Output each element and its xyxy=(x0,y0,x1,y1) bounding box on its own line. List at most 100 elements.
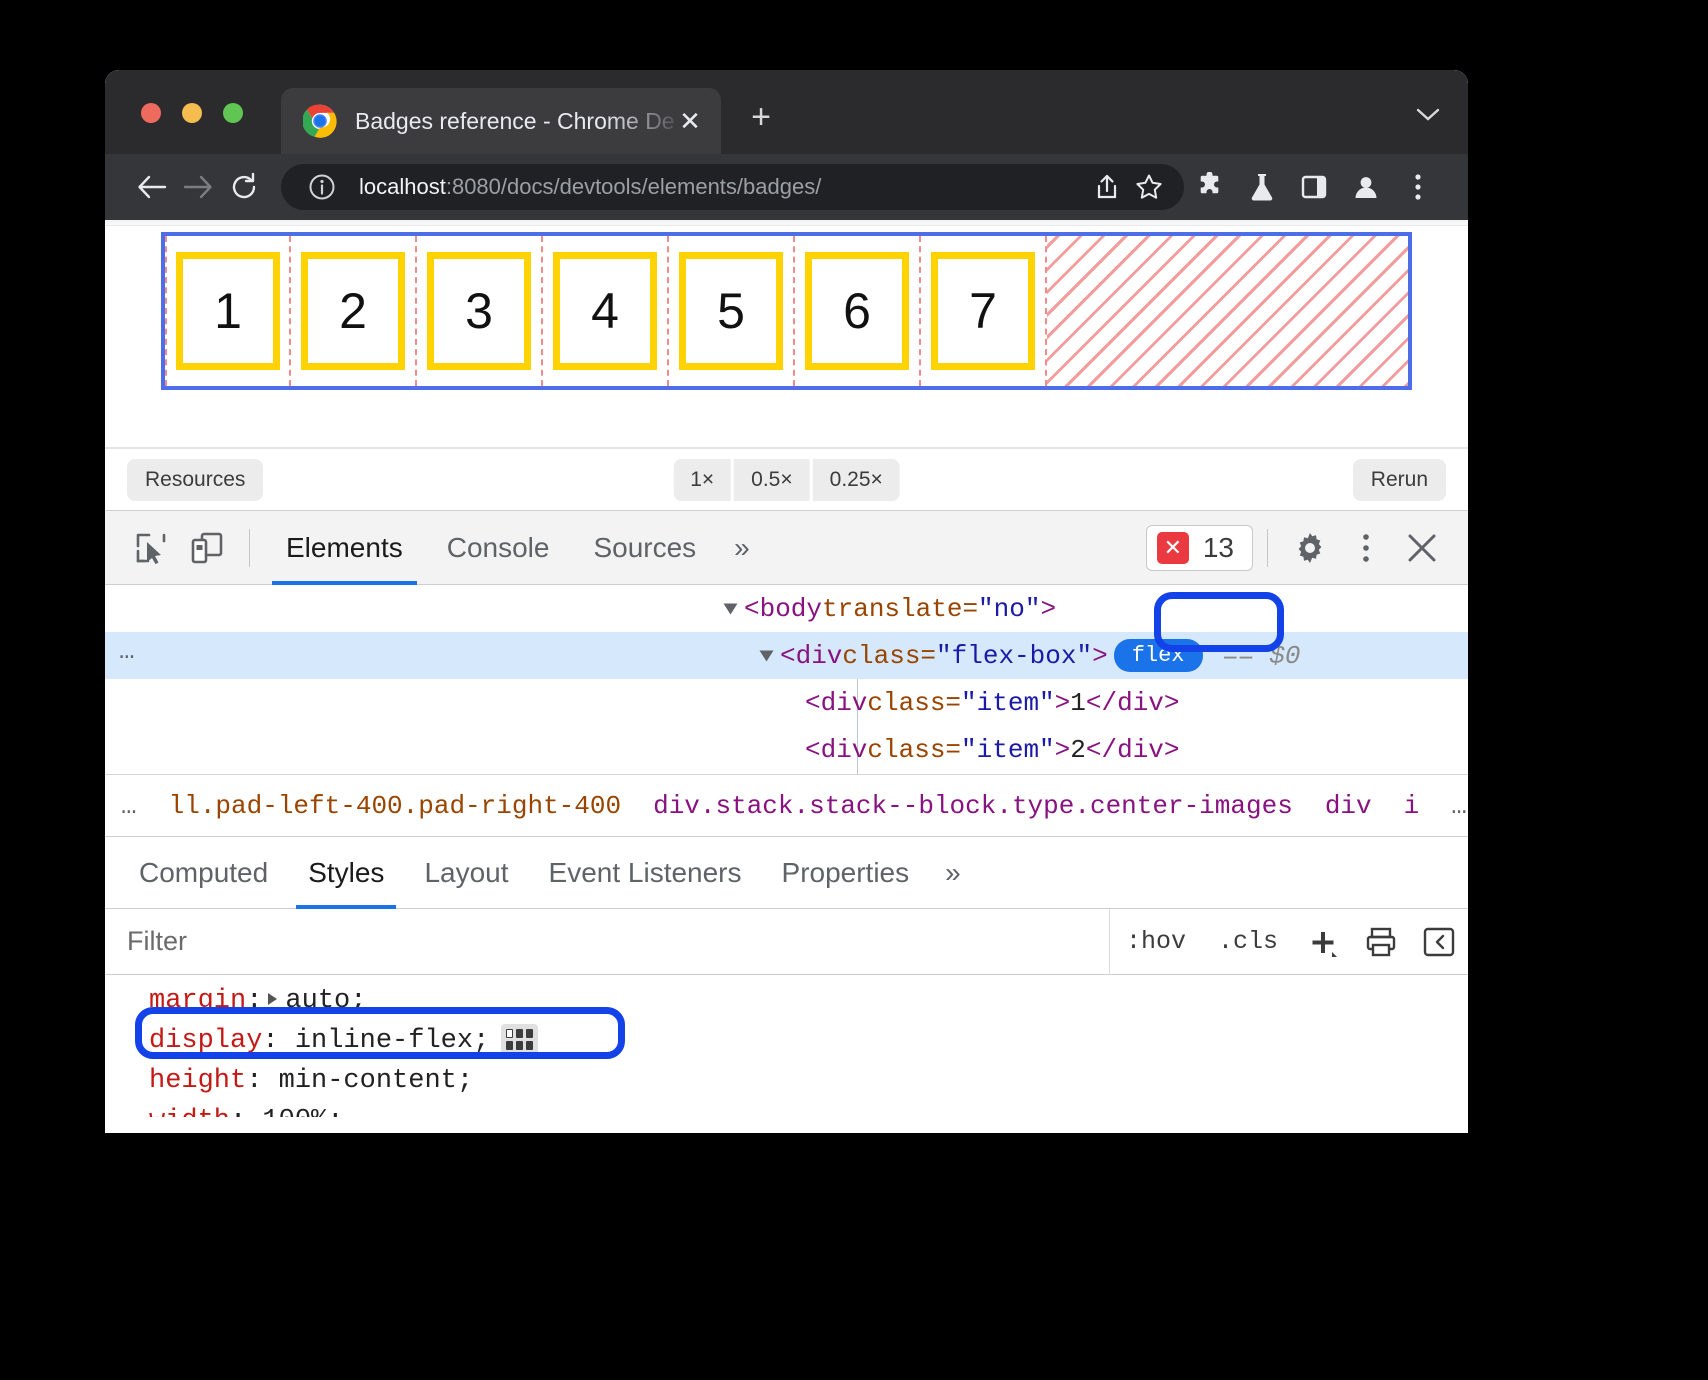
dom-attr-value: "item" xyxy=(961,688,1055,718)
expand-shorthand-icon[interactable] xyxy=(268,993,277,1005)
dom-attr-value: "no" xyxy=(978,594,1040,624)
url-text: localhost:8080/docs/devtools/elements/ba… xyxy=(359,174,1086,200)
dom-attr-name: class= xyxy=(867,688,961,718)
kebab-menu-icon[interactable] xyxy=(1338,520,1394,576)
breadcrumb-item[interactable]: div.stack.stack--block.type.center-image… xyxy=(637,791,1309,821)
zoom-button-group: 1× 0.5× 0.25× xyxy=(673,459,900,501)
flex-editor-icon[interactable] xyxy=(501,1024,538,1055)
share-icon[interactable] xyxy=(1086,173,1128,201)
puzzle-icon[interactable] xyxy=(1184,172,1236,202)
chevron-down-icon[interactable] xyxy=(1416,102,1440,128)
flex-badge[interactable]: flex xyxy=(1114,639,1203,672)
flask-icon[interactable] xyxy=(1236,172,1288,202)
row-overflow-ellipsis[interactable]: … xyxy=(119,636,137,666)
resources-button[interactable]: Resources xyxy=(127,459,263,501)
dom-tag-close: > xyxy=(1055,735,1071,765)
styles-filter-row: Filter :hov .cls xyxy=(105,909,1468,975)
property-name[interactable]: margin xyxy=(149,986,246,1016)
dom-tree[interactable]: <body translate="no"> … <div class="flex… xyxy=(105,585,1468,775)
expand-triangle-icon[interactable] xyxy=(760,650,774,661)
address-bar[interactable]: localhost:8080/docs/devtools/elements/ba… xyxy=(281,164,1184,210)
url-host: localhost xyxy=(359,174,446,199)
browser-tab[interactable]: Badges reference - Chrome De ✕ xyxy=(281,88,721,154)
new-style-rule-button[interactable] xyxy=(1294,909,1352,975)
breadcrumb-item[interactable]: ll.pad-left-400.pad-right-400 xyxy=(153,791,637,821)
minimize-window-button[interactable] xyxy=(182,103,202,123)
close-window-button[interactable] xyxy=(141,103,161,123)
devtools-tabbar: Elements Console Sources » ✕ 13 xyxy=(105,511,1468,585)
person-icon[interactable] xyxy=(1340,172,1392,202)
dom-tag-close: > xyxy=(1040,594,1056,624)
info-circle-icon[interactable] xyxy=(301,173,343,201)
tab-sources[interactable]: Sources xyxy=(571,511,718,585)
tab-strip: Badges reference - Chrome De ✕ + xyxy=(105,70,1468,154)
browser-window: Badges reference - Chrome De ✕ + xyxy=(105,70,1468,1133)
toolbar-divider xyxy=(1267,529,1268,567)
collapse-sidebar-icon[interactable] xyxy=(1410,909,1468,975)
back-button[interactable] xyxy=(129,164,175,210)
more-tabs-button[interactable]: » xyxy=(718,532,766,564)
gear-icon[interactable] xyxy=(1282,520,1338,576)
flex-item: 1 xyxy=(176,252,280,370)
dom-row-flexbox[interactable]: … <div class="flex-box">flex== $0 xyxy=(105,632,1468,679)
property-value[interactable]: 100% xyxy=(262,1106,327,1117)
zoom-1x-button[interactable]: 1× xyxy=(673,459,731,501)
styles-sidebar-tabbar: Computed Styles Layout Event Listeners P… xyxy=(105,837,1468,909)
tab-properties[interactable]: Properties xyxy=(762,837,930,909)
dom-tag-close: > xyxy=(1092,641,1108,671)
tab-computed[interactable]: Computed xyxy=(119,837,288,909)
zoom-0.25x-button[interactable]: 0.25× xyxy=(813,459,900,501)
css-declarations[interactable]: margin:auto; display: inline-flex; heigh… xyxy=(105,975,1468,1117)
print-preview-icon[interactable] xyxy=(1352,909,1410,975)
error-count-badge[interactable]: ✕ 13 xyxy=(1146,525,1253,571)
tab-console[interactable]: Console xyxy=(425,511,572,585)
breadcrumb-item[interactable]: div xyxy=(1309,791,1388,821)
declaration-height[interactable]: height: min-content; xyxy=(149,1061,1468,1101)
kebab-menu-icon[interactable] xyxy=(1392,172,1444,202)
selected-node-ref: == $0 xyxy=(1223,641,1301,671)
viewport-scrollbar[interactable] xyxy=(105,220,1468,226)
forward-button[interactable] xyxy=(175,164,221,210)
zoom-0.5x-button[interactable]: 0.5× xyxy=(734,459,809,501)
declaration-width[interactable]: width: 100%; xyxy=(149,1101,1468,1117)
dom-attr-value: "flex-box" xyxy=(936,641,1092,671)
reload-button[interactable] xyxy=(221,164,267,210)
property-value[interactable]: inline-flex xyxy=(295,1026,473,1056)
tab-event-listeners[interactable]: Event Listeners xyxy=(529,837,762,909)
breadcrumb-overflow-right[interactable]: … xyxy=(1435,791,1468,821)
hov-button[interactable]: :hov xyxy=(1110,909,1202,975)
declaration-margin[interactable]: margin:auto; xyxy=(149,981,1468,1021)
expand-triangle-icon[interactable] xyxy=(724,603,738,614)
dom-attr-name: translate= xyxy=(822,594,978,624)
maximize-window-button[interactable] xyxy=(223,103,243,123)
dom-closing-tag: </div> xyxy=(1086,735,1180,765)
breadcrumb-overflow-left[interactable]: … xyxy=(105,791,153,821)
side-panel-icon[interactable] xyxy=(1288,173,1340,201)
property-name[interactable]: width xyxy=(149,1106,230,1117)
inspect-cursor-icon[interactable] xyxy=(123,520,179,576)
dom-row-item-2[interactable]: <div class="item">2</div> xyxy=(105,726,1468,773)
new-tab-button[interactable]: + xyxy=(741,100,781,134)
property-value[interactable]: min-content xyxy=(279,1066,457,1096)
more-sidebar-tabs-button[interactable]: » xyxy=(929,857,977,889)
property-value[interactable]: auto xyxy=(285,986,350,1016)
filter-input[interactable]: Filter xyxy=(105,909,1110,975)
close-icon[interactable] xyxy=(1394,520,1450,576)
rerun-button[interactable]: Rerun xyxy=(1353,459,1446,501)
tab-elements[interactable]: Elements xyxy=(264,511,425,585)
dom-row-body[interactable]: <body translate="no"> xyxy=(105,585,1468,632)
dom-row-item-1[interactable]: <div class="item">1</div> xyxy=(105,679,1468,726)
declaration-display[interactable]: display: inline-flex; xyxy=(149,1021,1468,1061)
star-icon[interactable] xyxy=(1128,173,1170,201)
close-tab-button[interactable]: ✕ xyxy=(675,108,705,134)
property-name[interactable]: height xyxy=(149,1066,246,1096)
flex-item-cell: 5 xyxy=(669,236,795,386)
property-name[interactable]: display xyxy=(149,1026,262,1056)
tab-styles[interactable]: Styles xyxy=(288,837,404,909)
tab-layout[interactable]: Layout xyxy=(404,837,528,909)
breadcrumb[interactable]: … ll.pad-left-400.pad-right-400 div.stac… xyxy=(105,775,1468,837)
breadcrumb-item[interactable]: i xyxy=(1388,791,1436,821)
flex-item-cell: 6 xyxy=(795,236,921,386)
device-toolbar-icon[interactable] xyxy=(179,520,235,576)
cls-button[interactable]: .cls xyxy=(1202,909,1294,975)
